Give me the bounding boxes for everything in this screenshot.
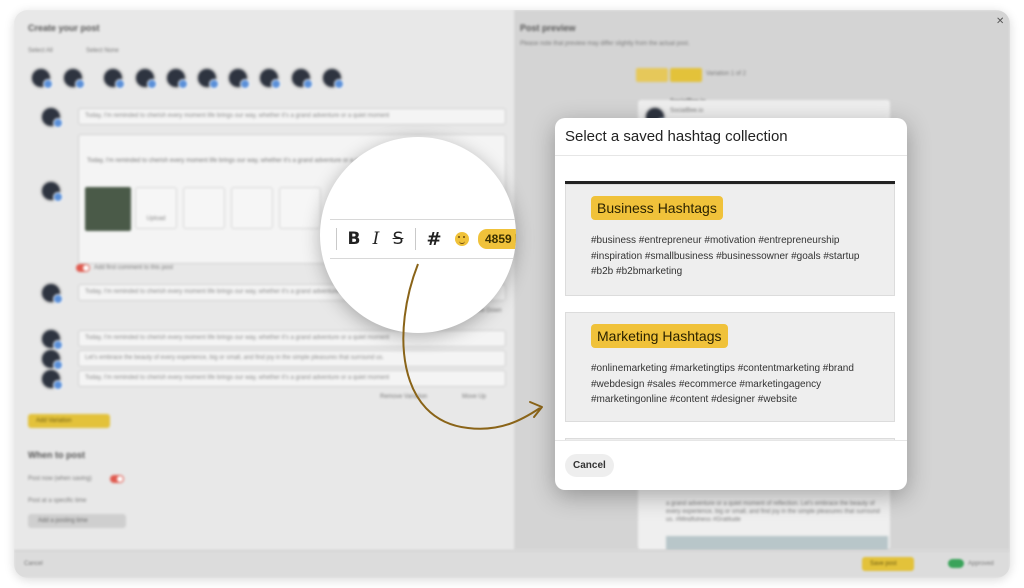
approved-toggle[interactable] bbox=[948, 559, 964, 568]
variation-prev-button[interactable] bbox=[636, 68, 668, 82]
preview-post-snippet: a grand adventure or a quiet moment of r… bbox=[666, 501, 880, 523]
account-avatar[interactable] bbox=[102, 67, 125, 89]
post-now-toggle[interactable] bbox=[110, 475, 124, 483]
bold-button[interactable]: B bbox=[343, 229, 365, 249]
italic-button[interactable]: I bbox=[365, 229, 387, 249]
modal-body: Business Hashtags #business #entrepreneu… bbox=[555, 157, 907, 440]
post-now-label: Post now (when saving) bbox=[28, 476, 92, 482]
collection-hashtags: #onlinemarketing #marketingtips #content… bbox=[591, 363, 854, 405]
post-avatar bbox=[40, 348, 63, 370]
when-to-post-title: When to post bbox=[28, 450, 85, 460]
post-avatar bbox=[40, 282, 63, 304]
giphy-tile[interactable] bbox=[231, 187, 273, 229]
preview-title: Post preview bbox=[520, 23, 576, 33]
move-up-link[interactable]: Move Up bbox=[462, 394, 486, 400]
hashtag-collection-modal: Select a saved hashtag collection Busine… bbox=[555, 118, 907, 490]
account-avatar[interactable] bbox=[290, 67, 313, 89]
formatting-toolbar: B I S # 4859 le bbox=[330, 219, 516, 259]
hashtag-collection-card-business[interactable]: Business Hashtags #business #entrepreneu… bbox=[565, 184, 895, 296]
variation-counter: Variation 1 of 2 bbox=[706, 71, 746, 77]
account-avatar[interactable] bbox=[227, 67, 250, 89]
hashtag-collection-card-marketing[interactable]: Marketing Hashtags #onlinemarketing #mar… bbox=[565, 312, 895, 422]
preview-account-label: SocialBee.io bbox=[670, 108, 704, 114]
post-text-field[interactable]: Today, I'm reminded to cherish every mom… bbox=[78, 108, 506, 125]
character-count-badge: 4859 le bbox=[478, 229, 516, 249]
bottom-cancel-link[interactable]: Cancel bbox=[24, 561, 43, 567]
strikethrough-button[interactable]: S bbox=[387, 229, 409, 249]
toolbar-divider bbox=[336, 228, 337, 250]
post-text-field[interactable]: Let's embrace the beauty of every experi… bbox=[78, 350, 506, 367]
post-text-field[interactable]: Today, I'm reminded to cherish every mom… bbox=[78, 370, 506, 387]
add-variation-button[interactable]: Add Variation bbox=[28, 414, 110, 428]
select-none-link[interactable]: Select None bbox=[86, 48, 119, 54]
collection-name: Business Hashtags bbox=[591, 196, 723, 220]
cancel-button[interactable]: Cancel bbox=[565, 454, 614, 477]
account-avatar[interactable] bbox=[165, 67, 188, 89]
upload-tile[interactable]: Upload bbox=[135, 187, 177, 229]
approved-label: Approved bbox=[968, 561, 994, 567]
post-specific-time-label: Post at a specific time bbox=[28, 498, 87, 504]
media-library-tile[interactable] bbox=[279, 187, 321, 229]
emoji-icon[interactable] bbox=[455, 232, 469, 246]
preview-image bbox=[666, 536, 888, 550]
post-avatar bbox=[40, 368, 63, 390]
account-avatar[interactable] bbox=[62, 67, 85, 89]
first-comment-label: Add first comment to this post bbox=[94, 265, 174, 271]
remove-variation-link[interactable]: Remove Variation bbox=[380, 394, 427, 400]
account-avatar[interactable] bbox=[258, 67, 281, 89]
collection-hashtags: #business #entrepreneur #motivation #ent… bbox=[591, 235, 860, 277]
post-image-thumbnail[interactable] bbox=[85, 187, 131, 231]
account-avatar[interactable] bbox=[196, 67, 219, 89]
add-posting-time-button[interactable]: Add a posting time bbox=[28, 514, 126, 528]
post-avatar bbox=[40, 328, 63, 350]
preview-subtitle: Please note that preview may differ slig… bbox=[520, 41, 690, 47]
hashtag-button[interactable]: # bbox=[422, 229, 446, 250]
modal-header: Select a saved hashtag collection bbox=[555, 118, 907, 156]
collection-name: Marketing Hashtags bbox=[591, 324, 728, 348]
modal-footer: Cancel bbox=[555, 440, 907, 490]
post-avatar bbox=[40, 106, 63, 128]
toolbar-divider bbox=[415, 228, 416, 250]
modal-title: Select a saved hashtag collection bbox=[565, 128, 788, 145]
account-avatar[interactable] bbox=[134, 67, 157, 89]
select-all-link[interactable]: Select All bbox=[28, 48, 53, 54]
editor-title: Create your post bbox=[28, 23, 100, 33]
account-avatar[interactable] bbox=[321, 67, 344, 89]
account-avatar[interactable] bbox=[30, 67, 53, 89]
post-avatar bbox=[40, 180, 63, 202]
bottom-bar: Cancel Save post Approved bbox=[14, 550, 1010, 578]
post-text-field[interactable]: Today, I'm reminded to cherish every mom… bbox=[78, 330, 506, 347]
canva-tile[interactable] bbox=[183, 187, 225, 229]
variation-next-button[interactable] bbox=[670, 68, 702, 82]
save-post-button[interactable]: Save post bbox=[862, 557, 914, 571]
first-comment-toggle[interactable] bbox=[76, 264, 90, 272]
close-icon[interactable]: ✕ bbox=[996, 16, 1004, 27]
toolbar-magnifier: B I S # 4859 le bbox=[320, 137, 516, 333]
